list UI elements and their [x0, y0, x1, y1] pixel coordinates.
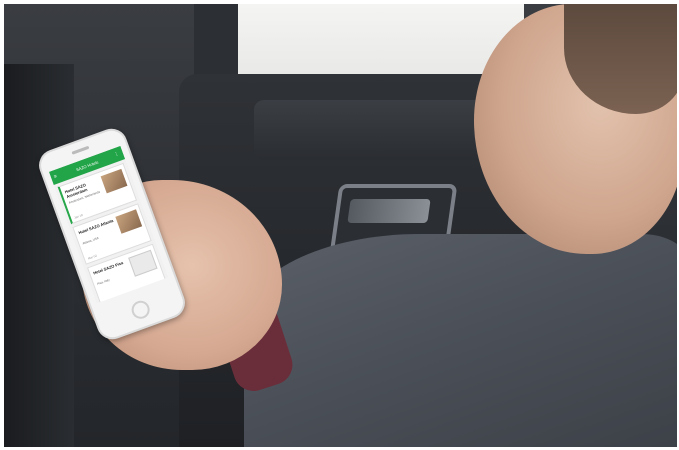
hotel-thumbnail [115, 209, 143, 234]
car-seat [4, 64, 74, 447]
phone-speaker [71, 145, 90, 155]
more-icon[interactable]: ⋮ [113, 151, 121, 158]
app-title: SAZO Hotels [75, 159, 99, 172]
man-jacket [244, 234, 677, 447]
door-handle-lever [347, 199, 431, 223]
hotel-status: Jan 18 [73, 212, 84, 220]
photo-scene: ≡ SAZO Hotels ⋮ Hotel SAZO Amsterdam Ams… [4, 4, 677, 447]
hotel-thumbnail [100, 168, 128, 194]
menu-icon[interactable]: ≡ [53, 173, 61, 181]
home-button[interactable] [129, 298, 153, 322]
image-placeholder-icon [128, 249, 158, 277]
hotel-status: Mar 02 [87, 253, 98, 261]
